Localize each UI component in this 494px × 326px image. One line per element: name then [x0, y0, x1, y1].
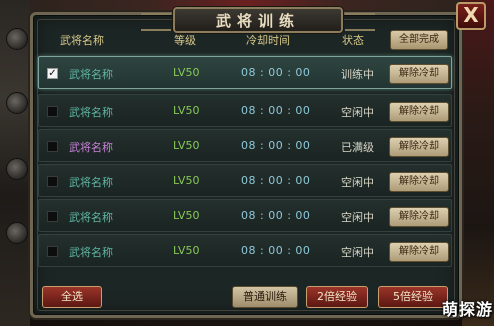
general-name: 武将名称 — [69, 68, 113, 81]
footer-bar: 全选 普通训练 2倍经验 5倍经验 — [36, 286, 456, 310]
general-level: LV50 — [173, 139, 200, 152]
cooldown-time: 08 : 00 : 00 — [241, 66, 311, 79]
general-name: 武将名称 — [69, 246, 113, 259]
table-header: 武将名称 等级 冷却时间 状态 全部完成 — [38, 30, 452, 50]
remove-cooldown-button[interactable]: 解除冷却 — [389, 207, 449, 227]
table-row[interactable]: 武将名称 LV50 08 : 00 : 00 已满级 解除冷却 — [38, 129, 452, 162]
training-status: 空闲中 — [341, 106, 374, 119]
remove-cooldown-button[interactable]: 解除冷却 — [389, 102, 449, 122]
cooldown-time: 08 : 00 : 00 — [241, 104, 311, 117]
cooldown-time: 08 : 00 : 00 — [241, 174, 311, 187]
remove-cooldown-button[interactable]: 解除冷却 — [389, 137, 449, 157]
watermark-logo: 萌探游 — [442, 300, 494, 319]
close-button[interactable]: X — [456, 2, 486, 30]
side-orb-icon — [6, 158, 28, 180]
row-checkbox[interactable] — [47, 106, 58, 117]
double-exp-button[interactable]: 2倍经验 — [306, 286, 368, 308]
cooldown-time: 08 : 00 : 00 — [241, 209, 311, 222]
remove-cooldown-button[interactable]: 解除冷却 — [389, 172, 449, 192]
row-checkbox[interactable] — [47, 246, 58, 257]
column-header-name: 武将名称 — [60, 34, 104, 47]
cooldown-time: 08 : 00 : 00 — [241, 139, 311, 152]
background-right-strip — [462, 0, 494, 326]
panel-title: 武将训练 — [215, 11, 300, 30]
cooldown-time: 08 : 00 : 00 — [241, 244, 311, 257]
general-level: LV50 — [173, 174, 200, 187]
five-times-exp-button[interactable]: 5倍经验 — [378, 286, 448, 308]
table-row[interactable]: 武将名称 LV50 08 : 00 : 00 空闲中 解除冷却 — [38, 164, 452, 197]
remove-cooldown-button[interactable]: 解除冷却 — [389, 64, 449, 84]
general-name: 武将名称 — [69, 176, 113, 189]
table-row[interactable]: 武将名称 LV50 08 : 00 : 00 空闲中 解除冷却 — [38, 234, 452, 267]
general-level: LV50 — [173, 209, 200, 222]
row-checkbox[interactable] — [47, 211, 58, 222]
side-orb-icon — [6, 222, 28, 244]
table-row[interactable]: 武将名称 LV50 08 : 00 : 00 空闲中 解除冷却 — [38, 199, 452, 232]
general-level: LV50 — [173, 104, 200, 117]
table-row[interactable]: ✓ 武将名称 LV50 08 : 00 : 00 训练中 解除冷却 — [38, 56, 452, 89]
general-name: 武将名称 — [69, 106, 113, 119]
row-checkbox[interactable]: ✓ — [47, 68, 58, 79]
training-status: 已满级 — [341, 141, 374, 154]
column-header-cooldown: 冷却时间 — [246, 34, 290, 47]
column-header-level: 等级 — [174, 34, 196, 47]
remove-cooldown-button[interactable]: 解除冷却 — [389, 242, 449, 262]
row-checkbox[interactable] — [47, 176, 58, 187]
training-status: 空闲中 — [341, 246, 374, 259]
column-header-status: 状态 — [342, 34, 364, 47]
select-all-button[interactable]: 全选 — [42, 286, 102, 308]
training-status: 训练中 — [341, 68, 374, 81]
side-orb-icon — [6, 92, 28, 114]
background-left-strip — [0, 0, 30, 326]
table-row[interactable]: 武将名称 LV50 08 : 00 : 00 空闲中 解除冷却 — [38, 94, 452, 127]
complete-all-button[interactable]: 全部完成 — [390, 30, 448, 50]
general-name: 武将名称 — [69, 211, 113, 224]
general-name: 武将名称 — [69, 141, 113, 154]
normal-training-button[interactable]: 普通训练 — [232, 286, 298, 308]
row-checkbox[interactable] — [47, 141, 58, 152]
training-status: 空闲中 — [341, 211, 374, 224]
general-level: LV50 — [173, 244, 200, 257]
general-level: LV50 — [173, 66, 200, 79]
training-status: 空闲中 — [341, 176, 374, 189]
side-orb-icon — [6, 28, 28, 50]
